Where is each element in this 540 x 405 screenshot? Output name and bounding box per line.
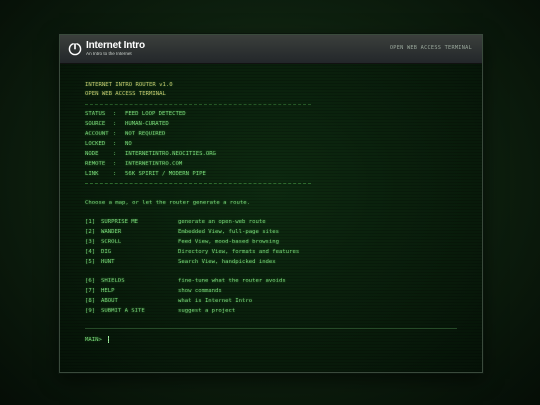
status-value: HUMAN-CURATED <box>125 121 169 127</box>
status-value: FEED LOOP DETECTED <box>125 111 186 117</box>
status-colon: : <box>113 151 117 157</box>
menu-item-description: generate an open-web route <box>178 219 266 225</box>
status-colon: : <box>113 121 117 127</box>
menu-item-number: [4] <box>85 249 96 255</box>
route-prompt: Choose a map, or let the router generate… <box>85 200 251 206</box>
menu-item-description: fine-tune what the router avoids <box>178 278 286 284</box>
menu-item-description: suggest a project <box>178 308 236 314</box>
scanline-overlay <box>60 64 482 372</box>
status-key: SOURCE <box>85 121 106 127</box>
status-key: LOCKED <box>85 141 106 147</box>
separator-top <box>85 104 311 105</box>
menu-item-label[interactable]: DIG <box>101 249 111 256</box>
menu-item-number: [3] <box>85 239 96 245</box>
menu-item-number: [2] <box>85 229 96 235</box>
menu-item-description: show commands <box>178 288 222 294</box>
status-value[interactable]: INTERNETINTRO.COM <box>125 161 182 168</box>
menu-item-number: [5] <box>85 259 96 265</box>
separator-bottom <box>85 183 311 184</box>
menu-item-number: [1] <box>85 219 96 225</box>
menu-item-label[interactable]: SCROLL <box>101 239 121 246</box>
command-prompt: MAIN> <box>85 337 102 343</box>
menu-item-description: what is Internet Intro <box>178 298 253 304</box>
logo-name: Internet Intro <box>86 40 145 51</box>
menu-item-number: [9] <box>85 308 96 314</box>
menu-item-description: Search View, handpicked index <box>178 259 276 265</box>
header-subtitle: OPEN WEB ACCESS TERMINAL <box>389 45 472 51</box>
menu-item-label[interactable]: SURPRISE ME <box>101 219 138 226</box>
menu-item-description: Feed View, mood-based browsing <box>178 239 280 245</box>
menu-item-number: [7] <box>85 288 96 294</box>
status-value: 56K SPIRIT / MODERN PIPE <box>125 171 206 177</box>
status-key: REMOTE <box>85 161 106 167</box>
terminal-window: Internet Intro An Intro to the Internet … <box>59 34 483 373</box>
terminal-screen: INTERNET INTRO ROUTER v1.0 OPEN WEB ACCE… <box>60 64 482 372</box>
menu-item-label[interactable]: ABOUT <box>101 298 118 305</box>
menu-item-label[interactable]: SHIELDS <box>101 278 125 285</box>
menu-item-description: Directory View, formats and features <box>178 249 300 255</box>
status-value: NOT REQUIRED <box>125 131 166 137</box>
menu-item-number: [6] <box>85 278 96 284</box>
text-cursor <box>108 336 109 343</box>
status-value: NO <box>125 141 132 147</box>
status-key: STATUS <box>85 111 106 117</box>
status-colon: : <box>113 141 117 147</box>
menu-item-number: [8] <box>85 298 96 304</box>
status-key: ACCOUNT <box>85 131 109 137</box>
menu-item-label[interactable]: WANDER <box>101 229 121 236</box>
menu-item-label[interactable]: HELP <box>101 288 114 295</box>
banner-subtitle: OPEN WEB ACCESS TERMINAL <box>85 91 166 97</box>
logo-tagline: An Intro to the Internet <box>86 51 132 56</box>
title-bar: Internet Intro An Intro to the Internet … <box>60 35 482 64</box>
menu-item-label[interactable]: SUBMIT A SITE <box>101 308 145 315</box>
status-key: NODE <box>85 151 99 157</box>
status-key: LINK <box>85 171 99 177</box>
menu-item-description: Embedded View, full-page sites <box>178 229 280 235</box>
status-colon: : <box>113 131 117 137</box>
status-colon: : <box>113 171 117 177</box>
input-divider <box>85 328 457 329</box>
menu-item-label[interactable]: HUNT <box>101 259 114 266</box>
banner-title: INTERNET INTRO ROUTER v1.0 <box>85 82 173 88</box>
status-colon: : <box>113 111 117 117</box>
status-value[interactable]: INTERNETINTRO.NEOCITIES.ORG <box>125 151 216 158</box>
power-icon <box>68 42 82 56</box>
status-colon: : <box>113 161 117 167</box>
